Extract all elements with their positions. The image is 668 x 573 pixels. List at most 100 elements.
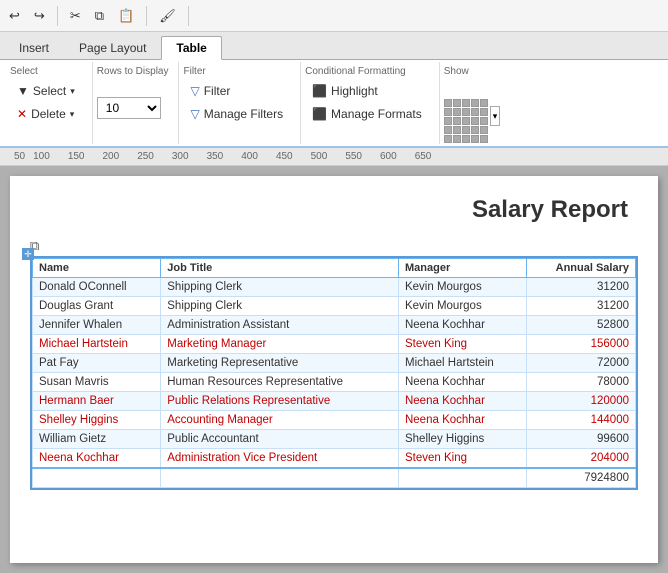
grid-cell (471, 117, 479, 125)
grid-cell (480, 135, 488, 143)
rows-select-container: 5 10 15 20 All (97, 97, 161, 119)
cell-manager: Neena Kochhar (398, 411, 526, 430)
ruler-mark: 600 (380, 151, 397, 162)
delete-button[interactable]: ✕ Delete ▾ (10, 104, 82, 124)
cell-total (398, 468, 526, 488)
table-row: Jennifer WhalenAdministration AssistantN… (33, 316, 636, 335)
conditional-group-label: Conditional Formatting (305, 66, 406, 77)
cell-manager: Neena Kochhar (398, 392, 526, 411)
ruler-mark: 550 (345, 151, 362, 162)
cell-manager: Kevin Mourgos (398, 297, 526, 316)
cell-salary: 31200 (527, 278, 636, 297)
grid-cell (444, 108, 452, 116)
grid-cell (444, 117, 452, 125)
cell-total (161, 468, 399, 488)
manage-formats-icon: ⬛ (312, 107, 327, 121)
cell-job: Human Resources Representative (161, 373, 399, 392)
report-title: Salary Report (30, 196, 638, 224)
show-dropdown-button[interactable]: ▾ (490, 106, 501, 126)
cell-name: Neena Kochhar (33, 449, 161, 469)
ruler-mark: 250 (137, 151, 154, 162)
cell-manager: Steven King (398, 449, 526, 469)
cell-job: Shipping Clerk (161, 297, 399, 316)
separator-2 (146, 6, 147, 26)
cell-manager: Steven King (398, 335, 526, 354)
col-header-salary: Annual Salary (527, 259, 636, 278)
cell-total (33, 468, 161, 488)
manage-formats-button[interactable]: ⬛ Manage Formats (305, 104, 429, 124)
manage-filters-button[interactable]: ▽ Manage Filters (183, 104, 290, 124)
show-group-label: Show (444, 66, 469, 77)
ribbon-tabs: Insert Page Layout Table (0, 32, 668, 60)
cell-job: Administration Assistant (161, 316, 399, 335)
grid-cell (453, 108, 461, 116)
tab-table[interactable]: Table (161, 36, 221, 60)
paste-button[interactable]: 📋 (113, 5, 139, 27)
tab-insert[interactable]: Insert (4, 36, 64, 59)
cell-total: 7924800 (527, 468, 636, 488)
cell-salary: 72000 (527, 354, 636, 373)
grid-cell (444, 99, 452, 107)
table-row: William GietzPublic AccountantShelley Hi… (33, 430, 636, 449)
cell-manager: Shelley Higgins (398, 430, 526, 449)
rows-select[interactable]: 5 10 15 20 All (97, 97, 161, 119)
ruler-mark: 150 (68, 151, 85, 162)
ruler-mark: 100 (33, 151, 50, 162)
cell-job: Shipping Clerk (161, 278, 399, 297)
grid-cell (444, 126, 452, 134)
filter-icon: ▽ (190, 84, 199, 98)
format-button[interactable]: 🖌 (154, 5, 181, 27)
copy-button[interactable]: ⧉ (90, 5, 109, 27)
grid-cell (453, 126, 461, 134)
cell-salary: 204000 (527, 449, 636, 469)
ruler-mark: 650 (415, 151, 432, 162)
select-button[interactable]: ▼ Select ▾ (10, 81, 82, 101)
doc-area: Salary Report ⧉ ✛ Name Job Title Manager… (0, 166, 668, 573)
doc-page: Salary Report ⧉ ✛ Name Job Title Manager… (10, 176, 658, 563)
grid-cell (444, 135, 452, 143)
highlight-icon: ⬛ (312, 84, 327, 98)
cell-job: Public Relations Representative (161, 392, 399, 411)
table-row: Shelley HigginsAccounting ManagerNeena K… (33, 411, 636, 430)
select-group-label: Select (10, 66, 38, 77)
cell-salary: 78000 (527, 373, 636, 392)
ruler-mark: 350 (207, 151, 224, 162)
table-row: Hermann BaerPublic Relations Representat… (33, 392, 636, 411)
redo-button[interactable]: ↪ (29, 5, 50, 27)
cell-job: Marketing Manager (161, 335, 399, 354)
grid-cell (471, 99, 479, 107)
table-row: Neena KochharAdministration Vice Preside… (33, 449, 636, 469)
show-group: Show (440, 62, 511, 144)
select-icon: ▼ (17, 84, 29, 98)
highlight-button[interactable]: ⬛ Highlight (305, 81, 429, 101)
grid-cell (462, 126, 470, 134)
filter-group-label: Filter (183, 66, 205, 77)
table-row: Douglas GrantShipping ClerkKevin Mourgos… (33, 297, 636, 316)
cell-salary: 52800 (527, 316, 636, 335)
select-dropdown-icon: ▾ (70, 86, 75, 97)
cell-salary: 99600 (527, 430, 636, 449)
tab-page-layout[interactable]: Page Layout (64, 36, 161, 59)
cell-name: Michael Hartstein (33, 335, 161, 354)
rows-group-label: Rows to Display (97, 66, 169, 77)
cell-name: William Gietz (33, 430, 161, 449)
undo-button[interactable]: ↩ (4, 5, 25, 27)
table-row: Michael HartsteinMarketing ManagerSteven… (33, 335, 636, 354)
cell-job: Administration Vice President (161, 449, 399, 469)
ruler: 50 100 150 200 250 300 350 400 450 500 5… (0, 148, 668, 166)
table-move-handle[interactable]: ✛ (22, 248, 34, 260)
grid-cell (462, 117, 470, 125)
filter-button[interactable]: ▽ Filter (183, 81, 290, 101)
show-grid[interactable] (444, 99, 488, 143)
cell-manager: Kevin Mourgos (398, 278, 526, 297)
ruler-mark: 200 (103, 151, 120, 162)
cut-button[interactable]: ✂ (65, 5, 86, 27)
cell-job: Accounting Manager (161, 411, 399, 430)
col-header-manager: Manager (398, 259, 526, 278)
icon-toolbar: ↩ ↪ ✂ ⧉ 📋 🖌 (0, 0, 668, 32)
manage-filters-icon: ▽ (190, 107, 199, 121)
ruler-mark: 50 (14, 151, 25, 162)
rows-group: Rows to Display 5 10 15 20 All (93, 62, 180, 144)
conditional-group: Conditional Formatting ⬛ Highlight ⬛ Man… (301, 62, 440, 144)
ruler-mark: 500 (311, 151, 328, 162)
